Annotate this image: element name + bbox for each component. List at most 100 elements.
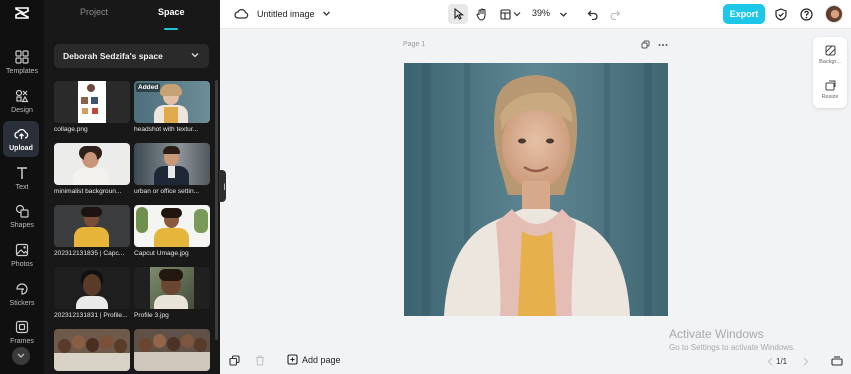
rail-item-design[interactable]: Design xyxy=(0,83,44,119)
upload-cloud-icon xyxy=(13,126,29,142)
zoom-level[interactable]: 39% xyxy=(532,8,550,18)
add-page-label: Add page xyxy=(302,354,341,365)
asset-filename: collage.png xyxy=(54,126,88,133)
asset-thumbnail xyxy=(54,267,130,309)
rail-label: Design xyxy=(11,107,33,114)
asset-capcut-umage[interactable]: Capcut Umage.jpg xyxy=(134,205,210,257)
asset-filename: 202312131831 | Profile... xyxy=(54,312,128,319)
chevron-down-icon xyxy=(513,12,520,17)
trash-icon[interactable] xyxy=(255,355,265,366)
duplicate-page-icon[interactable] xyxy=(641,40,650,49)
space-name: Deborah Sedzifa's space xyxy=(63,51,163,61)
resize-tool[interactable]: Resize xyxy=(813,73,847,107)
zoom-chevron-down-icon[interactable] xyxy=(558,9,568,19)
asset-filename: minimalist backgroun... xyxy=(54,188,122,195)
templates-icon xyxy=(14,49,30,65)
more-chevron-icon[interactable] xyxy=(12,347,30,365)
hand-icon xyxy=(476,7,486,21)
hand-tool-button[interactable] xyxy=(472,4,492,24)
rail-label: Frames xyxy=(10,338,34,345)
select-tool-button[interactable] xyxy=(448,4,468,24)
rail-item-text[interactable]: Text xyxy=(0,160,44,196)
asset-profile-3[interactable]: Profile 3.jpg xyxy=(134,267,210,319)
avatar[interactable] xyxy=(825,5,843,23)
asset-collage[interactable]: collage.png xyxy=(54,81,130,133)
rail-label: Upload xyxy=(9,145,33,152)
layout-icon xyxy=(499,8,511,20)
add-page-icon xyxy=(287,354,298,365)
watermark-line1: Activate Windows xyxy=(669,327,764,341)
active-tab-indicator xyxy=(164,28,178,30)
asset-filename: Capcut Umage.jpg xyxy=(134,250,189,257)
space-dropdown[interactable]: Deborah Sedzifa's space xyxy=(54,44,209,68)
rail-item-upload[interactable]: Upload xyxy=(3,121,39,157)
asset-thumbnail xyxy=(54,205,130,247)
document-title[interactable]: Untitled image xyxy=(257,9,331,19)
capcut-logo-icon[interactable] xyxy=(12,4,32,24)
tab-space[interactable]: Space xyxy=(158,7,185,17)
export-button[interactable]: Export xyxy=(723,4,765,24)
canvas-page-portrait[interactable] xyxy=(404,63,668,316)
rail-label: Stickers xyxy=(9,300,35,307)
rail-item-frames[interactable]: Frames xyxy=(0,314,44,350)
duplicate-icon[interactable] xyxy=(229,355,240,366)
shield-icon[interactable] xyxy=(773,6,789,22)
pointer-icon xyxy=(453,8,464,20)
panel-scrollbar[interactable] xyxy=(215,80,218,340)
left-rail: Templates Design Upload Text Shapes Phot… xyxy=(0,0,44,374)
undo-icon[interactable] xyxy=(585,6,601,22)
asset-profile-1831[interactable]: 202312131831 | Profile... xyxy=(54,267,130,319)
help-icon[interactable] xyxy=(798,6,814,22)
tab-project[interactable]: Project xyxy=(80,7,108,17)
asset-urban-office[interactable]: urban or office settin... xyxy=(134,143,210,195)
rail-item-templates[interactable]: Templates xyxy=(0,44,44,80)
prev-page-icon[interactable] xyxy=(767,357,774,366)
pages-panel-icon[interactable] xyxy=(831,356,843,366)
panel-collapse-handle[interactable] xyxy=(219,170,226,202)
asset-filename: 202312131835 | Capc... xyxy=(54,250,125,257)
background-tool-label: Backgr... xyxy=(819,59,841,65)
background-icon xyxy=(825,45,835,56)
asset-thumbnail xyxy=(134,267,210,309)
redo-icon[interactable] xyxy=(607,6,623,22)
asset-group-photo-2[interactable] xyxy=(134,329,210,374)
asset-capcut-1835[interactable]: 202312131835 | Capc... xyxy=(54,205,130,257)
layout-menu-button[interactable] xyxy=(498,4,522,24)
text-icon xyxy=(14,165,30,181)
rail-label: Text xyxy=(15,184,29,191)
asset-thumbnail xyxy=(54,81,130,123)
more-options-icon[interactable] xyxy=(658,43,668,47)
background-tool[interactable]: Backgr... xyxy=(813,38,847,72)
side-tools-panel: Backgr... Resize xyxy=(813,37,847,108)
watermark-line2: Go to Settings to activate Windows. xyxy=(669,343,796,352)
upload-panel: Project Space Deborah Sedzifa's space co… xyxy=(44,0,220,374)
rail-label: Photos xyxy=(11,261,33,268)
asset-headshot[interactable]: Added headshot with textur... xyxy=(134,81,210,133)
asset-thumbnail: Added xyxy=(134,81,210,123)
asset-thumbnail xyxy=(54,329,130,371)
rail-label: Templates xyxy=(6,68,38,75)
add-page-button[interactable]: Add page xyxy=(287,354,341,365)
chevron-down-icon xyxy=(323,11,331,16)
shapes-icon xyxy=(14,203,30,219)
page-label: Page 1 xyxy=(403,41,426,48)
asset-filename: Profile 3.jpg xyxy=(134,312,169,319)
frames-icon xyxy=(14,319,30,335)
photos-icon xyxy=(14,242,30,258)
stickers-icon xyxy=(14,281,30,297)
rail-item-photos[interactable]: Photos xyxy=(0,237,44,273)
asset-thumbnail xyxy=(54,143,130,185)
document-title-text: Untitled image xyxy=(257,9,315,19)
rail-item-shapes[interactable]: Shapes xyxy=(0,198,44,234)
asset-minimalist-background[interactable]: minimalist backgroun... xyxy=(54,143,130,195)
design-icon xyxy=(14,88,30,104)
asset-thumbnail xyxy=(134,329,210,371)
resize-tool-label: Resize xyxy=(821,94,839,100)
page-indicator: 1/1 xyxy=(776,357,788,366)
next-page-icon[interactable] xyxy=(802,357,809,366)
asset-thumbnail xyxy=(134,143,210,185)
resize-icon xyxy=(825,80,835,91)
asset-group-photo-1[interactable] xyxy=(54,329,130,374)
cloud-save-icon[interactable] xyxy=(233,7,249,21)
rail-item-stickers[interactable]: Stickers xyxy=(0,276,44,312)
